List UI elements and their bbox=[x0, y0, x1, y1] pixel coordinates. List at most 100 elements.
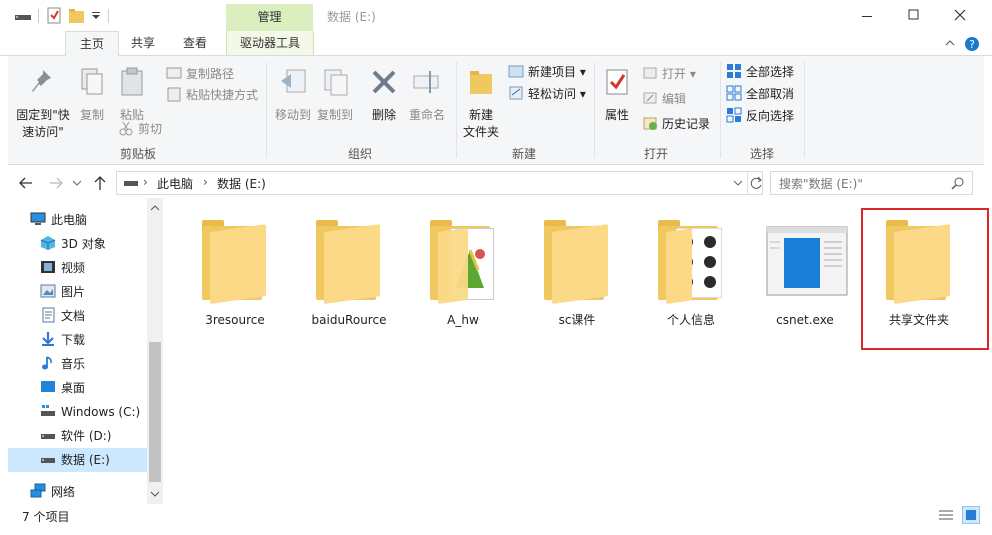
nav-item-network[interactable]: 网络 bbox=[30, 481, 75, 503]
file-item-personal-info[interactable]: 个人信息 bbox=[643, 210, 739, 328]
nav-label: 音乐 bbox=[61, 357, 86, 371]
manage-tab[interactable]: 管理 bbox=[226, 4, 313, 31]
copy-to-icon bbox=[324, 69, 348, 96]
properties-button[interactable]: 属性 bbox=[598, 66, 636, 124]
copy-path-button[interactable]: 复制路径 bbox=[166, 64, 234, 84]
nav-item-documents[interactable]: 文档 bbox=[40, 305, 85, 327]
rename-label: 重命名 bbox=[408, 108, 445, 122]
scroll-thumb[interactable] bbox=[149, 342, 161, 482]
chevron-down-icon[interactable] bbox=[733, 178, 743, 188]
properties-icon bbox=[606, 69, 628, 95]
ribbon-separator bbox=[720, 62, 721, 158]
paste-button[interactable]: 粘贴 bbox=[112, 66, 152, 124]
nav-item-videos[interactable]: 视频 bbox=[40, 257, 85, 279]
nav-label: 此电脑 bbox=[51, 213, 88, 227]
nav-item-data-e[interactable]: 数据 (E:) bbox=[40, 449, 110, 471]
drive-icon[interactable] bbox=[14, 10, 34, 24]
new-folder-button[interactable]: 新建 文件夹 bbox=[458, 66, 504, 141]
new-item-icon bbox=[508, 65, 524, 78]
ribbon: 固定到"快 速访问" 复制 粘贴 复制路径 粘贴快捷方式 剪切 剪贴板 移动到 … bbox=[8, 56, 984, 165]
new-item-button[interactable]: 新建项目 ▾ bbox=[508, 62, 586, 82]
file-item-a-hw[interactable]: A_hw bbox=[415, 210, 511, 328]
refresh-icon[interactable] bbox=[749, 175, 763, 191]
select-all-button[interactable]: 全部选择 bbox=[726, 62, 794, 82]
tab-share[interactable]: 共享 bbox=[120, 31, 166, 55]
nav-item-desktop[interactable]: 桌面 bbox=[40, 377, 85, 399]
nav-label: 3D 对象 bbox=[61, 237, 106, 251]
nav-label: 文档 bbox=[61, 309, 86, 323]
nav-item-music[interactable]: 音乐 bbox=[40, 353, 85, 375]
paste-shortcut-icon bbox=[167, 87, 181, 102]
nav-label: 图片 bbox=[61, 285, 86, 299]
item-count: 7 个项目 bbox=[22, 510, 70, 524]
minimize-button[interactable] bbox=[852, 8, 882, 24]
easy-access-button[interactable]: 轻松访问 ▾ bbox=[508, 84, 586, 104]
cut-label: 剪切 bbox=[138, 122, 163, 136]
scroll-up-icon[interactable] bbox=[150, 204, 160, 212]
pin-quick-access-button[interactable]: 固定到"快 速访问" bbox=[12, 66, 74, 141]
invert-selection-button[interactable]: 反向选择 bbox=[726, 106, 794, 126]
move-to-button[interactable]: 移动到 bbox=[272, 66, 314, 124]
edit-button[interactable]: 编辑 bbox=[642, 89, 686, 109]
collapse-ribbon-icon[interactable] bbox=[944, 38, 956, 48]
breadcrumb-drive-e[interactable]: 数据 (E:) bbox=[217, 175, 266, 192]
new-folder-icon[interactable] bbox=[68, 8, 86, 24]
help-icon[interactable]: ? bbox=[964, 36, 980, 52]
status-bar: 7 个项目 bbox=[8, 504, 984, 527]
close-icon bbox=[954, 9, 966, 21]
group-label-clipboard: 剪贴板 bbox=[119, 147, 156, 161]
nav-label: 数据 (E:) bbox=[61, 453, 110, 467]
tab-view[interactable]: 查看 bbox=[172, 31, 218, 55]
file-item-csnet-exe[interactable]: csnet.exe bbox=[757, 210, 853, 328]
open-button[interactable]: 打开 ▾ bbox=[642, 64, 696, 84]
large-icons-view-icon[interactable] bbox=[962, 506, 980, 524]
properties-icon[interactable] bbox=[46, 7, 62, 25]
pin-label-2: 速访问" bbox=[22, 125, 64, 139]
nav-item-downloads[interactable]: 下载 bbox=[40, 329, 85, 351]
paste-shortcut-button[interactable]: 粘贴快捷方式 bbox=[166, 85, 258, 105]
chevron-down-icon[interactable] bbox=[90, 11, 102, 21]
rename-button[interactable]: 重命名 bbox=[406, 66, 448, 124]
forward-arrow-icon[interactable] bbox=[48, 176, 64, 190]
scroll-down-icon[interactable] bbox=[150, 490, 160, 498]
back-arrow-icon[interactable] bbox=[18, 176, 34, 190]
nav-scrollbar[interactable] bbox=[147, 198, 163, 504]
address-bar[interactable]: › 此电脑 › 数据 (E:) bbox=[116, 171, 763, 195]
folder-icon bbox=[314, 216, 384, 306]
copy-button[interactable]: 复制 bbox=[74, 66, 110, 124]
cut-button[interactable]: 剪切 bbox=[118, 119, 162, 139]
nav-item-pictures[interactable]: 图片 bbox=[40, 281, 85, 303]
copy-to-label: 复制到 bbox=[316, 108, 353, 122]
nav-item-software-d[interactable]: 软件 (D:) bbox=[40, 425, 111, 447]
select-none-button[interactable]: 全部取消 bbox=[726, 84, 794, 104]
highlight-box bbox=[861, 208, 989, 350]
file-item-3resource[interactable]: 3resource bbox=[187, 210, 283, 328]
folder-icon bbox=[200, 216, 270, 306]
file-item-sc-courseware[interactable]: sc课件 bbox=[529, 210, 625, 328]
details-view-icon[interactable] bbox=[938, 508, 954, 522]
search-box[interactable]: 搜索"数据 (E:)" bbox=[770, 171, 973, 195]
file-item-baidurource[interactable]: baiduRource bbox=[301, 210, 397, 328]
folder-icon bbox=[542, 216, 612, 306]
nav-item-windows-c[interactable]: Windows (C:) bbox=[40, 401, 140, 423]
nav-item-3d-objects[interactable]: 3D 对象 bbox=[40, 233, 106, 255]
delete-icon bbox=[372, 70, 396, 94]
history-button[interactable]: 历史记录 bbox=[642, 114, 710, 134]
tab-drive-tools[interactable]: 驱动器工具 bbox=[226, 31, 314, 55]
maximize-button[interactable] bbox=[898, 8, 928, 24]
delete-button[interactable]: 删除 bbox=[364, 66, 404, 124]
copy-to-button[interactable]: 复制到 bbox=[314, 66, 356, 124]
breadcrumb-this-pc[interactable]: 此电脑 bbox=[157, 175, 193, 192]
nav-label: 网络 bbox=[51, 485, 76, 499]
close-button[interactable] bbox=[945, 8, 975, 24]
nav-item-this-pc[interactable]: 此电脑 bbox=[30, 209, 87, 231]
drive-icon bbox=[41, 458, 55, 463]
up-arrow-icon[interactable] bbox=[93, 175, 107, 191]
tab-home[interactable]: 主页 bbox=[65, 31, 119, 57]
search-icon[interactable] bbox=[951, 176, 965, 190]
desktop-icon bbox=[41, 381, 55, 392]
video-icon bbox=[41, 261, 55, 273]
drive-icon bbox=[124, 181, 138, 186]
pin-label-1: 固定到"快 bbox=[16, 108, 70, 122]
recent-locations-icon[interactable] bbox=[72, 178, 82, 188]
